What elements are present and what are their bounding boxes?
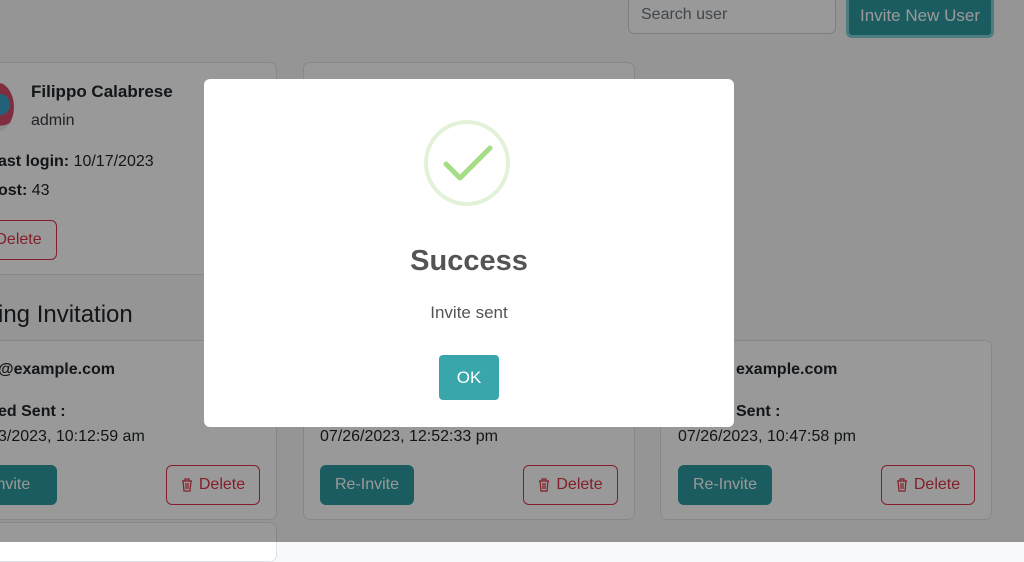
dialog-message: Invite sent xyxy=(430,303,508,322)
checkmark-glyph xyxy=(443,145,493,181)
dialog-title: Success xyxy=(410,245,528,277)
success-dialog: Success Invite sent OK xyxy=(204,79,734,427)
checkmark-icon xyxy=(424,120,510,206)
ok-button[interactable]: OK xyxy=(439,355,499,400)
